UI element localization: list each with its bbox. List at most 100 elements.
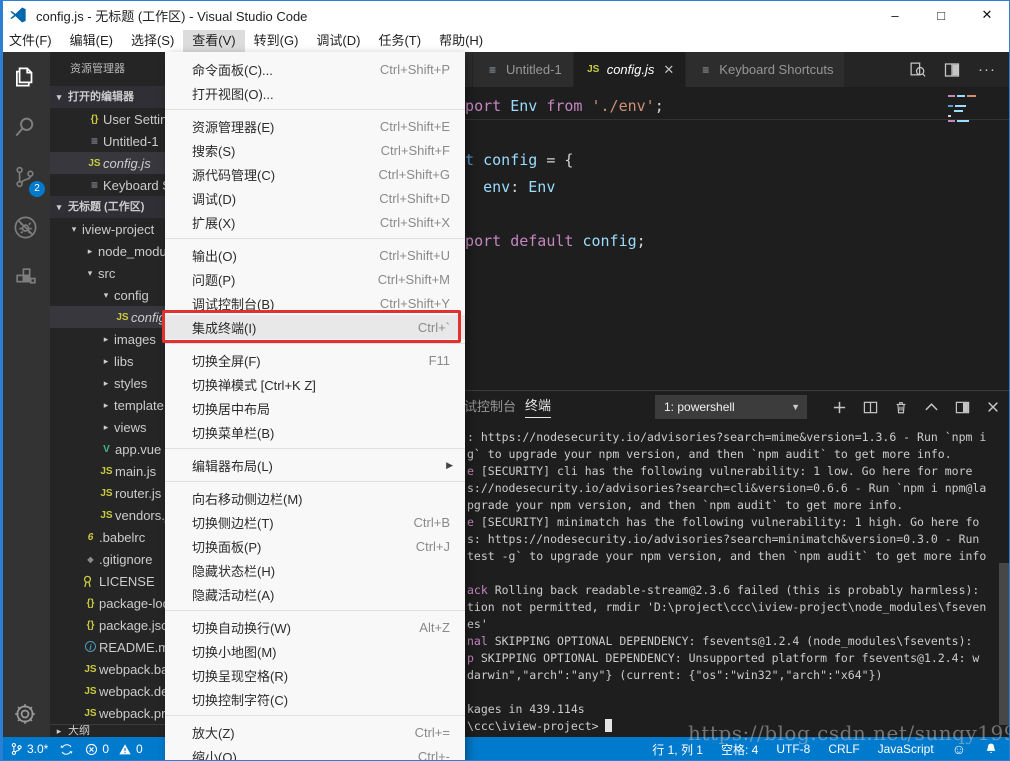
annotation-highlight-box	[162, 310, 461, 343]
editor-tab[interactable]: ≡Keyboard Shortcuts	[686, 52, 845, 87]
search-icon	[12, 114, 38, 140]
menu-item[interactable]: 向右移动侧边栏(M)	[165, 486, 465, 510]
menu-item[interactable]: 切换居中布局	[165, 396, 465, 420]
activity-extensions-button[interactable]	[0, 252, 50, 302]
js-file-icon: JS	[82, 664, 99, 675]
chevron-down-icon: ▾	[82, 268, 98, 279]
menu-separator	[165, 711, 465, 720]
list-file-icon: ≡	[697, 63, 714, 77]
explorer-icon	[12, 64, 38, 90]
menu-item[interactable]: 切换全屏(F)F11	[165, 348, 465, 372]
title-bar: config.js - 无标题 (工作区) - Visual Studio Co…	[0, 0, 1010, 30]
menubar-item[interactable]: 转到(G)	[245, 30, 308, 52]
vscode-logo-icon	[9, 6, 27, 24]
list-file-icon: ≡	[484, 63, 501, 77]
panel-maximize-panel-icon[interactable]	[924, 400, 939, 415]
activity-explorer-button[interactable]	[0, 52, 50, 102]
open-preview-icon[interactable]	[909, 61, 926, 78]
warning-icon	[118, 743, 132, 756]
menu-item[interactable]: 切换自动换行(W)Alt+Z	[165, 615, 465, 639]
vue-file-icon: V	[98, 444, 115, 455]
watermark: https://blog.csdn.net/sunqy1995	[688, 721, 1010, 745]
code-text: import Env from './env';	[447, 97, 664, 115]
chevron-down-icon: ▾	[50, 86, 68, 108]
git-branch-status[interactable]: 3.0*	[10, 742, 48, 756]
menu-item[interactable]: 命令面板(C)...Ctrl+Shift+P	[165, 57, 465, 81]
menubar-item[interactable]: 调试(D)	[307, 30, 369, 52]
activity-debug-button[interactable]	[0, 202, 50, 252]
js-file-icon: JS	[86, 158, 103, 169]
menu-item[interactable]: 源代码管理(C)Ctrl+Shift+G	[165, 162, 465, 186]
error-icon	[85, 743, 98, 756]
more-actions-icon[interactable]: ···	[978, 61, 996, 78]
chevron-down-icon: ▼	[791, 395, 800, 419]
chevron-down-icon: ▾	[66, 224, 82, 235]
json-file-icon: {}	[82, 598, 99, 609]
menu-item[interactable]: 调试(D)Ctrl+Shift+D	[165, 186, 465, 210]
menubar-item[interactable]: 任务(T)	[369, 30, 430, 52]
git-file-icon: ◆	[82, 555, 99, 564]
menu-item[interactable]: 切换控制字符(C)	[165, 687, 465, 711]
chevron-right-icon: ▸	[82, 246, 98, 257]
activity-source-control-button[interactable]: 2	[0, 152, 50, 202]
close-tab-icon[interactable]: ✕	[663, 62, 674, 78]
menu-separator	[165, 444, 465, 453]
panel-panel-position-icon[interactable]	[955, 400, 970, 415]
menu-item[interactable]: 扩展(X)Ctrl+Shift+X	[165, 210, 465, 234]
terminal-picker-dropdown[interactable]: 1: powershell ▼	[655, 395, 807, 419]
menu-item[interactable]: 打开视图(O)...	[165, 81, 465, 105]
scm-badge: 2	[29, 181, 45, 197]
menu-item[interactable]: 输出(O)Ctrl+Shift+U	[165, 243, 465, 267]
menu-item[interactable]: 搜索(S)Ctrl+Shift+F	[165, 138, 465, 162]
git-branch-icon	[10, 742, 23, 756]
code-text: let config = {	[447, 151, 573, 169]
menu-item[interactable]: 资源管理器(E)Ctrl+Shift+E	[165, 114, 465, 138]
menu-item[interactable]: 放大(Z)Ctrl+=	[165, 720, 465, 744]
menu-item[interactable]: 切换菜单栏(B)	[165, 420, 465, 444]
info-file-icon: i	[82, 641, 99, 653]
terminal-scrollbar[interactable]	[999, 563, 1009, 725]
js-file-icon: JS	[98, 488, 115, 499]
menu-item[interactable]: 编辑器布局(L)▶	[165, 453, 465, 477]
code-text: export default config;	[447, 232, 646, 250]
tab-terminal[interactable]: 终端	[525, 391, 551, 418]
extensions-icon	[13, 265, 38, 290]
js-file-icon: JS	[585, 64, 602, 75]
menu-item[interactable]: 切换侧边栏(T)Ctrl+B	[165, 510, 465, 534]
menu-item[interactable]: 切换小地图(M)	[165, 639, 465, 663]
activity-bar: 2	[0, 52, 50, 737]
sync-button[interactable]	[60, 743, 73, 756]
menu-item[interactable]: 隐藏活动栏(A)	[165, 582, 465, 606]
problems-status[interactable]: 0 0	[85, 742, 142, 756]
menubar-item[interactable]: 文件(F)	[0, 30, 61, 52]
chevron-right-icon: ▸	[98, 422, 114, 433]
editor-tab[interactable]: ≡Untitled-1	[473, 52, 574, 87]
menu-item[interactable]: 切换禅模式 [Ctrl+K Z]	[165, 372, 465, 396]
menubar-item[interactable]: 帮助(H)	[430, 30, 492, 52]
panel-close-panel-icon[interactable]	[986, 400, 1000, 414]
gear-icon	[12, 701, 38, 727]
menu-item[interactable]: 隐藏状态栏(H)	[165, 558, 465, 582]
settings-gear-button[interactable]	[0, 701, 50, 727]
json-file-icon: {}	[86, 114, 103, 125]
menu-item[interactable]: 问题(P)Ctrl+Shift+M	[165, 267, 465, 291]
menubar-item[interactable]: 编辑(E)	[61, 30, 122, 52]
js-file-icon: JS	[82, 708, 99, 719]
split-editor-icon[interactable]	[944, 62, 960, 78]
menubar-item[interactable]: 选择(S)	[122, 30, 183, 52]
maximize-button[interactable]: □	[918, 0, 964, 30]
menu-item[interactable]: 切换呈现空格(R)	[165, 663, 465, 687]
activity-search-button[interactable]	[0, 102, 50, 152]
close-button[interactable]: ✕	[964, 0, 1010, 30]
panel-split-terminal-icon[interactable]	[863, 400, 878, 415]
chevron-right-icon: ▸	[98, 356, 114, 367]
menu-item[interactable]: 切换面板(P)Ctrl+J	[165, 534, 465, 558]
menubar-item[interactable]: 查看(V)	[183, 30, 244, 52]
sync-icon	[60, 743, 73, 756]
js-file-icon: JS	[98, 510, 115, 521]
panel-kill-terminal-icon[interactable]	[894, 400, 908, 415]
minimize-button[interactable]: –	[872, 0, 918, 30]
editor-tab[interactable]: JSconfig.js✕	[574, 52, 687, 87]
panel-new-terminal-icon[interactable]	[832, 400, 847, 415]
menu-item[interactable]: 缩小(O)Ctrl+-	[165, 744, 465, 761]
